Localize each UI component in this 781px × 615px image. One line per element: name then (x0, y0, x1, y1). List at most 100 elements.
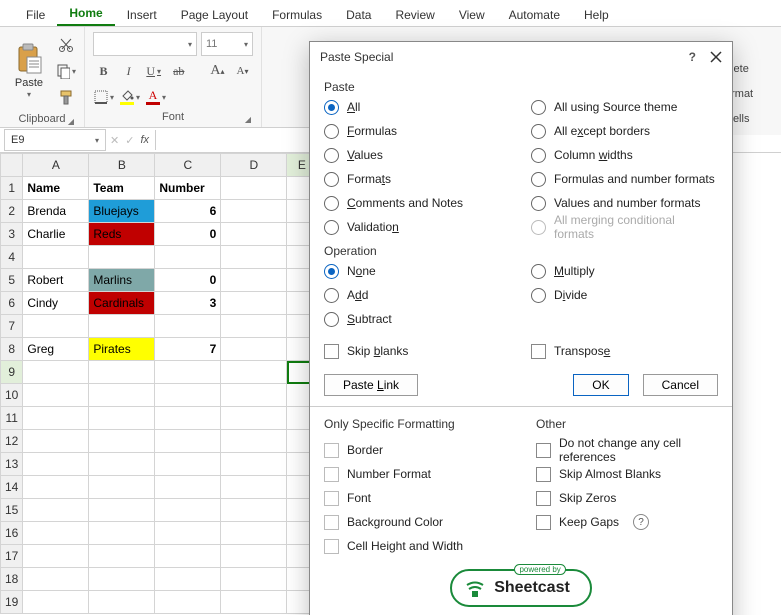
cell[interactable]: Number (155, 177, 221, 200)
copy-button[interactable]: ▾ (56, 61, 76, 81)
menu-view[interactable]: View (447, 3, 497, 26)
format-painter-button[interactable] (56, 87, 76, 107)
cell[interactable] (221, 292, 287, 315)
col-header-a[interactable]: A (23, 154, 89, 177)
cell[interactable] (221, 177, 287, 200)
paste-button[interactable]: Paste ▾ (8, 31, 50, 111)
cut-button[interactable] (56, 35, 76, 55)
help-icon[interactable]: ? (689, 50, 696, 64)
row-header[interactable]: 11 (1, 407, 23, 430)
cell[interactable] (23, 476, 89, 499)
cell[interactable]: Robert (23, 269, 89, 292)
italic-button[interactable]: I (118, 60, 139, 82)
cell[interactable]: Charlie (23, 223, 89, 246)
cell[interactable] (155, 476, 221, 499)
cell[interactable] (155, 246, 221, 269)
cell[interactable] (155, 453, 221, 476)
cell[interactable]: Team (89, 177, 155, 200)
menu-home[interactable]: Home (57, 1, 114, 26)
cell[interactable] (155, 430, 221, 453)
cell[interactable] (221, 200, 287, 223)
cell[interactable]: Greg (23, 338, 89, 361)
cell[interactable] (89, 499, 155, 522)
row-header[interactable]: 8 (1, 338, 23, 361)
radio-op-subtract[interactable]: Subtract (324, 310, 511, 328)
cell[interactable] (155, 591, 221, 614)
radio-paste-all[interactable]: All (324, 98, 511, 116)
cell[interactable] (155, 545, 221, 568)
font-color-button[interactable]: A ▾ (145, 86, 167, 108)
cell[interactable] (155, 522, 221, 545)
cell[interactable] (23, 315, 89, 338)
sheetcast-badge[interactable]: powered by Sheetcast (324, 569, 718, 607)
col-header-d[interactable]: D (221, 154, 287, 177)
cell[interactable]: 7 (155, 338, 221, 361)
cell[interactable] (221, 361, 287, 384)
cell[interactable]: Cardinals (89, 292, 155, 315)
menu-file[interactable]: File (14, 3, 57, 26)
row-header[interactable]: 16 (1, 522, 23, 545)
row-header[interactable]: 4 (1, 246, 23, 269)
menu-review[interactable]: Review (383, 3, 446, 26)
cell[interactable] (221, 269, 287, 292)
row-header[interactable]: 2 (1, 200, 23, 223)
name-box[interactable]: E9 ▾ (4, 129, 106, 151)
row-header[interactable]: 6 (1, 292, 23, 315)
info-icon[interactable]: ? (633, 514, 649, 530)
dialog-launcher-icon[interactable]: ◢ (245, 115, 251, 124)
dialog-launcher-icon[interactable]: ◢ (68, 117, 74, 126)
row-header[interactable]: 10 (1, 384, 23, 407)
check-transpose[interactable]: Transpose (531, 342, 718, 360)
check-border[interactable]: Border (324, 441, 506, 459)
check-no-change-refs[interactable]: Do not change any cell references (536, 441, 718, 459)
cell[interactable] (155, 499, 221, 522)
cell[interactable]: 6 (155, 200, 221, 223)
row-header[interactable]: 3 (1, 223, 23, 246)
cell[interactable]: Marlins (89, 269, 155, 292)
cell[interactable] (23, 568, 89, 591)
cell[interactable] (221, 246, 287, 269)
cell[interactable] (89, 453, 155, 476)
cell[interactable] (221, 407, 287, 430)
check-font[interactable]: Font (324, 489, 506, 507)
cell[interactable] (89, 545, 155, 568)
cell[interactable] (89, 384, 155, 407)
cell[interactable] (89, 246, 155, 269)
cell[interactable] (89, 407, 155, 430)
cell[interactable] (221, 338, 287, 361)
radio-paste-source-theme[interactable]: All using Source theme (531, 98, 718, 116)
close-button[interactable] (710, 51, 722, 63)
cell[interactable] (23, 499, 89, 522)
row-header[interactable]: 12 (1, 430, 23, 453)
radio-paste-values-numfmt[interactable]: Values and number formats (531, 194, 718, 212)
menu-insert[interactable]: Insert (115, 3, 169, 26)
row-header[interactable]: 9 (1, 361, 23, 384)
cell[interactable] (89, 361, 155, 384)
col-header-c[interactable]: C (155, 154, 221, 177)
cell[interactable] (221, 591, 287, 614)
radio-paste-values[interactable]: Values (324, 146, 511, 164)
cell[interactable]: Bluejays (89, 200, 155, 223)
cell[interactable]: Reds (89, 223, 155, 246)
check-skip-blanks[interactable]: Skip blanks (324, 342, 511, 360)
cancel-button[interactable]: Cancel (643, 374, 718, 396)
underline-button[interactable]: U▾ (143, 60, 164, 82)
cell[interactable] (23, 384, 89, 407)
confirm-formula-icon[interactable]: ✓ (125, 134, 134, 147)
radio-paste-except-borders[interactable]: All except borders (531, 122, 718, 140)
cell[interactable] (23, 545, 89, 568)
cell[interactable] (221, 499, 287, 522)
cell[interactable] (155, 568, 221, 591)
cell[interactable] (23, 246, 89, 269)
menu-help[interactable]: Help (572, 3, 621, 26)
cell[interactable] (221, 315, 287, 338)
shrink-font-button[interactable]: A▾ (232, 60, 253, 82)
cell[interactable] (89, 430, 155, 453)
radio-paste-formats[interactable]: Formats (324, 170, 511, 188)
check-number-format[interactable]: Number Format (324, 465, 506, 483)
row-header[interactable]: 17 (1, 545, 23, 568)
row-header[interactable]: 18 (1, 568, 23, 591)
cell[interactable] (155, 407, 221, 430)
strike-button[interactable]: ab (168, 60, 189, 82)
row-header[interactable]: 13 (1, 453, 23, 476)
